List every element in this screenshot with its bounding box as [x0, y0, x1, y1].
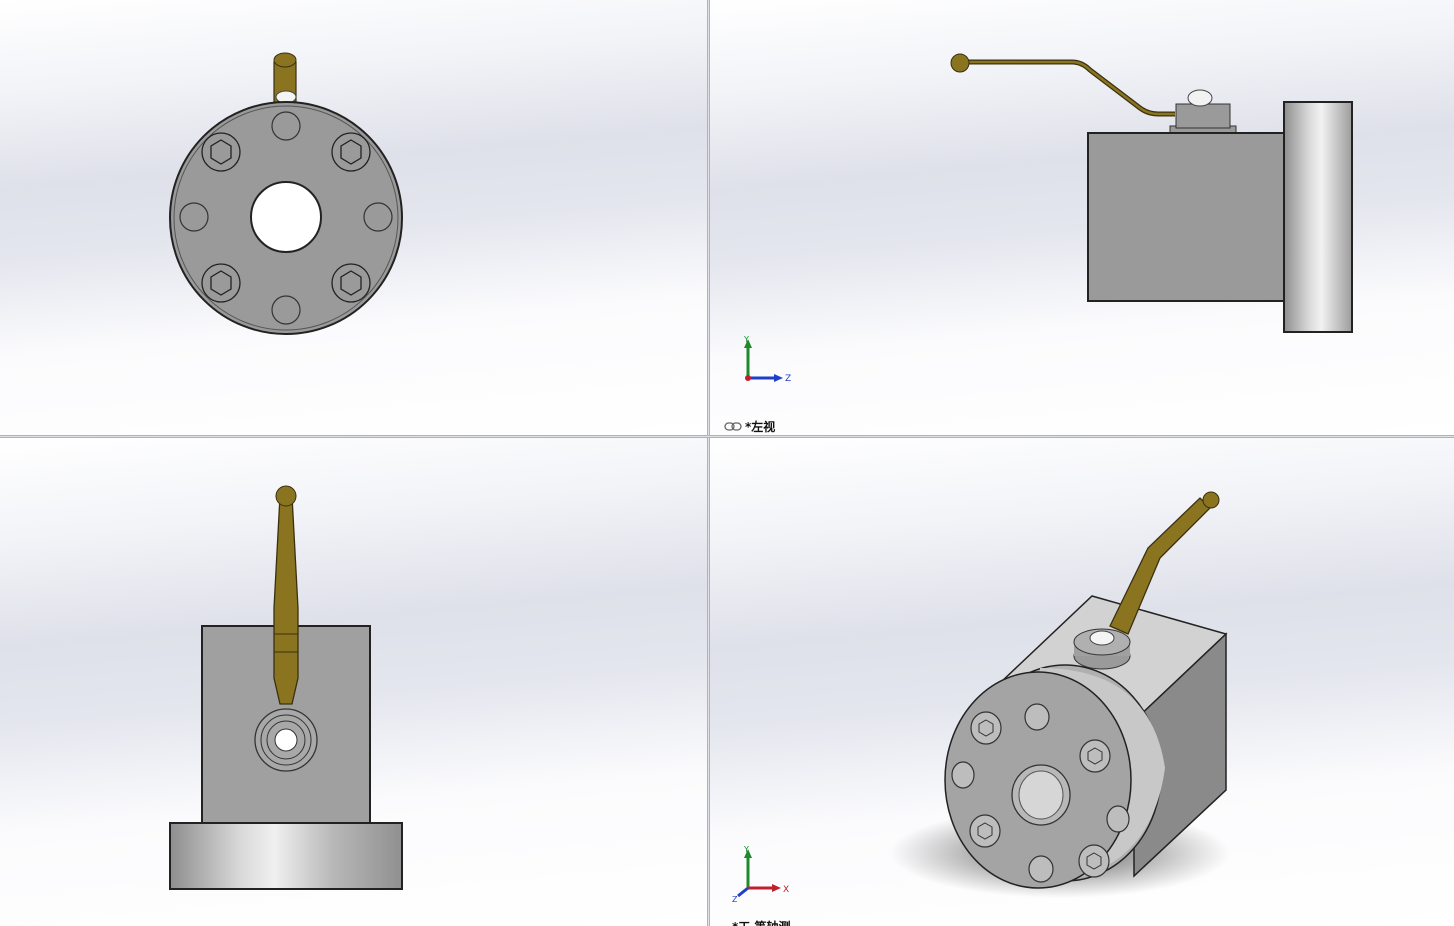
viewport-left-label-text: *左视 [745, 420, 776, 434]
coordinate-triad-icon: Y X Z [732, 845, 789, 904]
viewport-top[interactable] [0, 438, 707, 926]
viewport-left-label: *左视 [724, 418, 775, 435]
top-view-model [169, 485, 403, 890]
isometric-view-model [890, 491, 1230, 898]
coordinate-triad-icon: Y Z [743, 335, 791, 384]
viewport-left[interactable]: Y Z *左视 [710, 0, 1454, 435]
viewport-front[interactable] [0, 0, 707, 435]
triad-y-label: Y [743, 845, 749, 854]
viewport-isometric[interactable]: Y X Z *工 等轴测 [710, 438, 1454, 926]
left-view-model [950, 53, 1353, 333]
front-view-model [169, 52, 403, 335]
triad-z-label: Z [732, 895, 738, 904]
triad-z-label: Z [785, 374, 791, 384]
triad-y-label: Y [743, 335, 749, 344]
triad-x-label: X [783, 885, 789, 895]
viewport-isometric-label: *工 等轴测 [732, 918, 790, 926]
link-icon[interactable] [724, 422, 742, 431]
viewport-splitter-horizontal[interactable] [0, 435, 1454, 438]
viewport-splitter-vertical[interactable] [707, 0, 710, 926]
